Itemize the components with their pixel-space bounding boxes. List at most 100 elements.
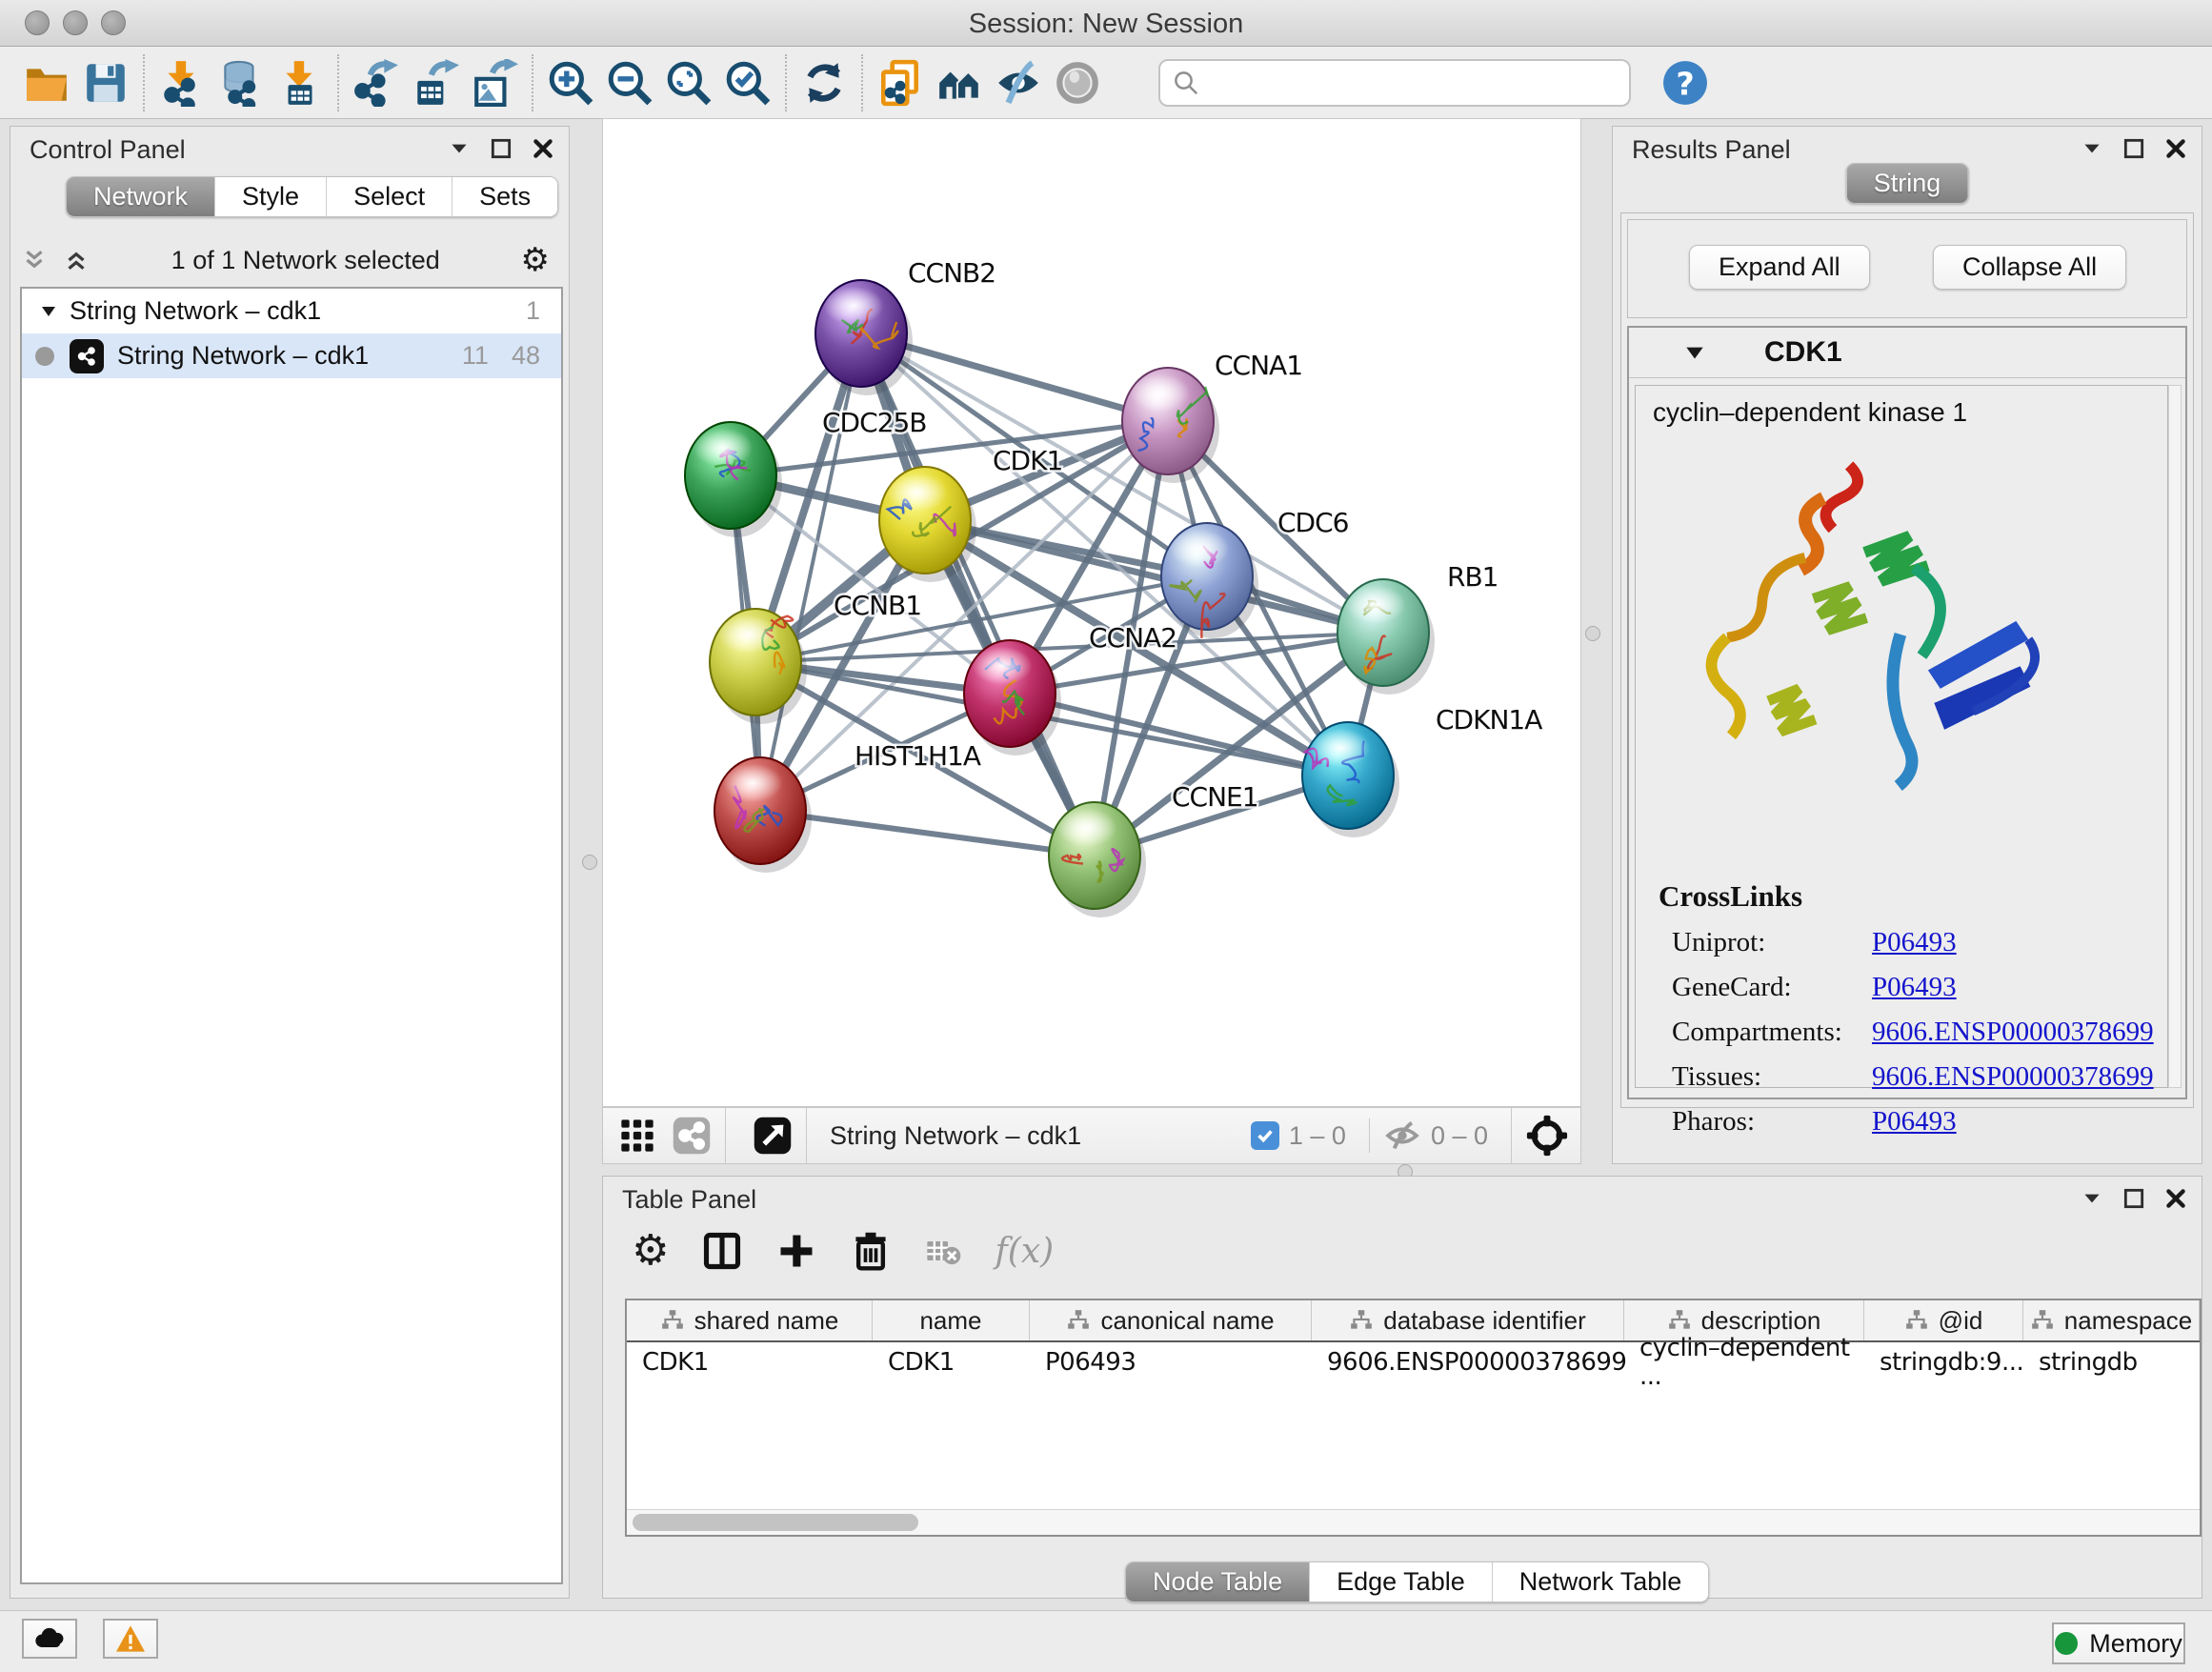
duplicate-network-icon <box>876 59 924 107</box>
search-input[interactable] <box>1200 63 1629 103</box>
gene-section-header[interactable]: CDK1 <box>1629 328 2185 378</box>
uniprot-link[interactable]: P06493 <box>1872 927 1957 958</box>
import-network-icon <box>158 59 206 107</box>
network-collection-row[interactable]: String Network – cdk1 1 <box>22 289 561 333</box>
graph-node-CCNB2[interactable] <box>815 280 913 395</box>
open-in-window-icon[interactable] <box>753 1116 793 1156</box>
column-header-shared-name[interactable]: shared name <box>627 1300 873 1340</box>
tissues-link[interactable]: 9606.ENSP00000378699 <box>1872 1061 2154 1093</box>
right-splitter-handle[interactable] <box>1585 626 1600 641</box>
zoom-in-button[interactable] <box>541 53 600 112</box>
network-canvas[interactable]: CCNB2CCNA1CDC25BCDK1CDC6RB1CCNB1CCNA2CDK… <box>602 118 1581 1107</box>
panel-menu-icon[interactable] <box>2080 1186 2104 1211</box>
collection-expander-icon[interactable] <box>37 300 60 323</box>
table-cell[interactable]: stringdb <box>2023 1342 2200 1382</box>
graph-node-CDK1[interactable] <box>879 467 976 582</box>
first-neighbors-button[interactable] <box>930 53 989 112</box>
genecard-link[interactable]: P06493 <box>1872 972 1957 1003</box>
graph-node-CDKN1A[interactable] <box>1302 722 1399 837</box>
open-session-button[interactable] <box>17 53 76 112</box>
help-button[interactable]: ? <box>1656 53 1715 112</box>
memory-button[interactable]: Memory <box>2052 1622 2185 1664</box>
title-bar: Session: New Session <box>0 0 2212 47</box>
expand-all-button[interactable]: Expand All <box>1689 245 1870 290</box>
import-table-icon <box>276 59 324 107</box>
graph-node-CCNA2[interactable] <box>964 640 1061 755</box>
zoom-out-button[interactable] <box>600 53 659 112</box>
graph-node-RB1[interactable] <box>1337 579 1435 695</box>
search-box <box>1158 59 1631 107</box>
pan-crosshair-icon[interactable] <box>1525 1114 1569 1158</box>
tab-network-table[interactable]: Network Table <box>1493 1562 1709 1601</box>
show-columns-icon[interactable] <box>701 1230 743 1272</box>
table-cell[interactable]: 9606.ENSP00000378699 <box>1312 1342 1624 1382</box>
panel-menu-icon[interactable] <box>447 136 472 161</box>
birds-eye-view-icon[interactable] <box>618 1117 656 1155</box>
tab-sets[interactable]: Sets <box>452 177 557 216</box>
column-header-namespace[interactable]: namespace <box>2023 1300 2200 1340</box>
zoom-fit-button[interactable] <box>659 53 718 112</box>
network-row[interactable]: String Network – cdk1 11 48 <box>22 333 561 378</box>
close-panel-icon[interactable] <box>2163 136 2188 161</box>
import-table-from-file-button[interactable] <box>271 53 330 112</box>
table-options-gear-icon[interactable]: ⚙ <box>632 1230 669 1272</box>
network-from-selection-button[interactable] <box>871 53 930 112</box>
scrollbar-thumb[interactable] <box>633 1514 918 1531</box>
create-column-icon[interactable] <box>775 1230 817 1272</box>
column-header-canonical-name[interactable]: canonical name <box>1030 1300 1312 1340</box>
graph-node-CCNA1[interactable] <box>1122 368 1219 483</box>
graph-node-CCNE1[interactable] <box>1049 802 1146 917</box>
collapse-all-button[interactable]: Collapse All <box>1933 245 2126 290</box>
table-cell[interactable]: CDK1 <box>873 1342 1030 1382</box>
export-image-button[interactable] <box>465 53 524 112</box>
close-panel-icon[interactable] <box>2163 1186 2188 1211</box>
export-network-button[interactable] <box>347 53 406 112</box>
tab-network[interactable]: Network <box>67 177 215 216</box>
float-panel-icon[interactable] <box>489 136 513 161</box>
zoom-selected-button[interactable] <box>718 53 777 112</box>
network-options-gear-icon[interactable]: ⚙ <box>521 244 550 276</box>
warnings-button[interactable] <box>103 1619 158 1659</box>
table-cell[interactable]: P06493 <box>1030 1342 1312 1382</box>
cloud-button[interactable] <box>22 1619 77 1659</box>
expand-all-icon[interactable] <box>62 246 90 274</box>
float-panel-icon[interactable] <box>2122 1186 2146 1211</box>
table-cell[interactable]: stringdb:9... <box>1864 1342 2023 1382</box>
table-cell[interactable]: CDK1 <box>627 1342 873 1382</box>
apply-layout-button[interactable] <box>794 53 854 112</box>
function-builder-button[interactable]: f(x) <box>995 1232 1054 1271</box>
column-header--id[interactable]: @id <box>1864 1300 2023 1340</box>
column-header-database-identifier[interactable]: database identifier <box>1312 1300 1624 1340</box>
save-session-button[interactable] <box>76 53 135 112</box>
table-toolbar: ⚙ f(x) <box>632 1220 1054 1281</box>
left-splitter-handle[interactable] <box>582 855 597 870</box>
selected-nodes-checkbox[interactable] <box>1251 1121 1279 1150</box>
float-panel-icon[interactable] <box>2122 136 2146 161</box>
collapse-all-icon[interactable] <box>20 246 49 274</box>
import-network-from-file-button[interactable] <box>152 53 211 112</box>
tab-select[interactable]: Select <box>327 177 452 216</box>
compartments-link[interactable]: 9606.ENSP00000378699 <box>1872 1017 2154 1048</box>
delete-column-icon[interactable] <box>850 1230 892 1272</box>
hide-selected-button[interactable] <box>989 53 1048 112</box>
export-table-button[interactable] <box>406 53 465 112</box>
delete-table-icon[interactable] <box>924 1232 962 1270</box>
results-scrollbar[interactable] <box>2168 385 2182 1088</box>
tab-string[interactable]: String <box>1847 164 1968 203</box>
column-header-name[interactable]: name <box>873 1300 1030 1340</box>
table-row[interactable]: CDK1CDK1P064939606.ENSP00000378699cyclin… <box>627 1342 2200 1382</box>
tab-edge-table[interactable]: Edge Table <box>1310 1562 1493 1601</box>
tab-node-table[interactable]: Node Table <box>1126 1562 1310 1601</box>
network-overview-icon[interactable] <box>672 1116 712 1156</box>
pharos-link[interactable]: P06493 <box>1872 1106 1957 1138</box>
show-all-button[interactable] <box>1048 53 1107 112</box>
close-panel-icon[interactable] <box>531 136 555 161</box>
crosslink-row: Uniprot:P06493 <box>1659 927 2167 958</box>
gene-expander-icon[interactable] <box>1682 340 1707 365</box>
tab-style[interactable]: Style <box>215 177 327 216</box>
graph-edge-CCNB2-HIST1H1A[interactable] <box>760 333 861 811</box>
table-horizontal-scrollbar[interactable] <box>627 1509 2200 1535</box>
import-network-from-database-button[interactable] <box>211 53 271 112</box>
panel-menu-icon[interactable] <box>2080 136 2104 161</box>
table-cell[interactable]: cyclin–dependent ... <box>1624 1342 1864 1382</box>
